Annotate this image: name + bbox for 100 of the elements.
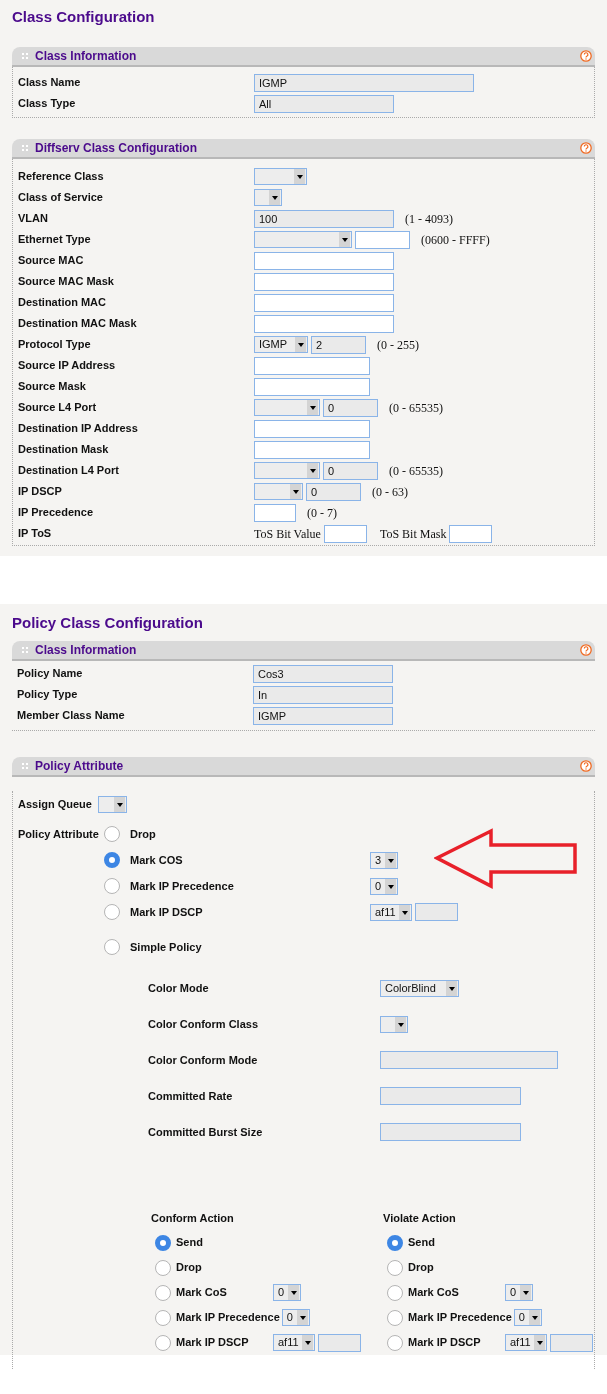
- field-label: Mark IP DSCP: [408, 1335, 481, 1351]
- field-label: Policy Type: [17, 687, 78, 703]
- radio-button[interactable]: [104, 826, 120, 842]
- field-label: Source MAC: [18, 253, 84, 269]
- text-field[interactable]: [254, 440, 370, 459]
- field-label: Protocol Type: [18, 337, 91, 353]
- radio-button[interactable]: [387, 1309, 403, 1326]
- caret-icon: [528, 1310, 540, 1325]
- field-label: Policy Attribute: [18, 826, 99, 842]
- dropdown[interactable]: ColorBlind: [380, 979, 459, 997]
- dropdown[interactable]: IGMP: [254, 336, 308, 353]
- text-field[interactable]: [254, 377, 370, 396]
- dropdown[interactable]: 0: [281, 1309, 310, 1326]
- dropdown[interactable]: 3: [370, 851, 398, 869]
- caret-icon: [534, 1335, 545, 1350]
- text-field[interactable]: [254, 251, 394, 270]
- section-title: Class Information: [35, 642, 137, 659]
- field-label: Class Name: [18, 75, 81, 91]
- field-label: Class Type: [18, 96, 76, 112]
- help-icon: [580, 50, 592, 62]
- field-label: Destination MAC: [18, 295, 106, 311]
- dropdown[interactable]: af11: [505, 1334, 547, 1351]
- dropdown[interactable]: 0: [273, 1284, 301, 1301]
- field-label: Ethernet Type: [18, 232, 91, 248]
- caret-icon: [339, 232, 350, 247]
- field-label: Mark IP Precedence: [408, 1310, 512, 1326]
- field-label: Color Mode: [148, 980, 209, 996]
- field-label: Mark CoS: [408, 1285, 459, 1301]
- field-label: ToS Bit Mask: [379, 525, 447, 543]
- range-hint: (0 - 7): [307, 504, 337, 522]
- dropdown[interactable]: [380, 1015, 408, 1033]
- page-title: Policy Class Configuration: [11, 614, 204, 631]
- help-icon: [580, 644, 592, 656]
- field-label: Reference Class: [18, 169, 104, 185]
- field-label: Source L4 Port: [18, 400, 97, 416]
- radio-button[interactable]: [155, 1334, 171, 1351]
- text-field[interactable]: [355, 230, 410, 249]
- radio-button[interactable]: [104, 939, 120, 955]
- text-field[interactable]: [323, 524, 367, 543]
- caret-icon: [395, 1016, 406, 1032]
- caret-icon: [290, 484, 301, 499]
- dropdown[interactable]: 0: [513, 1309, 542, 1326]
- radio-button[interactable]: [155, 1309, 171, 1326]
- text-field[interactable]: [254, 356, 370, 375]
- field-label: Class of Service: [18, 190, 103, 206]
- grip-icon: [22, 763, 28, 769]
- field-label: Drop: [408, 1260, 434, 1276]
- field-label: Committed Rate: [148, 1088, 233, 1104]
- field-label: ToS Bit Value: [254, 525, 321, 543]
- radio-button[interactable]: [387, 1259, 403, 1276]
- field-label: IP Precedence: [18, 505, 93, 521]
- field-label: Source Mask: [18, 379, 86, 395]
- radio-button[interactable]: [155, 1259, 171, 1276]
- text-field[interactable]: [254, 272, 394, 291]
- caret-icon: [288, 1285, 299, 1300]
- field-label: Drop: [130, 826, 156, 842]
- field-label: Mark CoS: [176, 1285, 227, 1301]
- text-field[interactable]: [254, 314, 394, 333]
- radio-button[interactable]: [387, 1334, 403, 1351]
- radio-button[interactable]: [387, 1234, 403, 1251]
- range-hint: (0600 - FFFF): [421, 231, 490, 249]
- dropdown[interactable]: af11: [370, 903, 412, 921]
- help-icon: [580, 760, 592, 772]
- text-field[interactable]: [254, 293, 394, 312]
- field-label: Mark IP DSCP: [130, 904, 203, 920]
- radio-button[interactable]: [104, 878, 120, 894]
- field-label: Send: [408, 1235, 435, 1251]
- field-label: Mark IP Precedence: [176, 1310, 280, 1326]
- radio-button[interactable]: [387, 1284, 403, 1301]
- radio-button[interactable]: [155, 1284, 171, 1301]
- dropdown[interactable]: [254, 189, 282, 206]
- text-field[interactable]: [254, 503, 296, 522]
- dropdown[interactable]: 0: [370, 877, 398, 895]
- field-label: Color Conform Mode: [148, 1052, 258, 1068]
- field-label: Source IP Address: [18, 358, 116, 374]
- radio-button[interactable]: [104, 852, 120, 868]
- caret-icon: [302, 1335, 313, 1350]
- text-field[interactable]: [254, 419, 370, 438]
- radio-button[interactable]: [155, 1234, 171, 1251]
- field-label: Source MAC Mask: [18, 274, 114, 290]
- field-label: Mark COS: [130, 852, 183, 868]
- grip-icon: [22, 647, 28, 653]
- field-label: Mark IP DSCP: [176, 1335, 249, 1351]
- radio-button[interactable]: [104, 904, 120, 920]
- range-hint: (0 - 63): [372, 483, 408, 501]
- range-hint: (0 - 65535): [389, 399, 443, 417]
- range-hint: (1 - 4093): [405, 210, 453, 228]
- caret-icon: [520, 1285, 531, 1300]
- text-field[interactable]: [449, 524, 493, 543]
- range-hint: (0 - 255): [377, 336, 419, 354]
- field-label: Policy Name: [17, 666, 83, 682]
- caret-icon: [296, 1310, 308, 1325]
- dropdown[interactable]: 0: [505, 1284, 533, 1301]
- dropdown[interactable]: [98, 795, 127, 813]
- field-label: Violate Action: [383, 1210, 456, 1226]
- field-label: Drop: [176, 1260, 202, 1276]
- dropdown[interactable]: af11: [273, 1334, 315, 1351]
- field-label: Destination MAC Mask: [18, 316, 137, 332]
- field-label: Send: [176, 1235, 203, 1251]
- page-title: Class Configuration: [11, 7, 156, 27]
